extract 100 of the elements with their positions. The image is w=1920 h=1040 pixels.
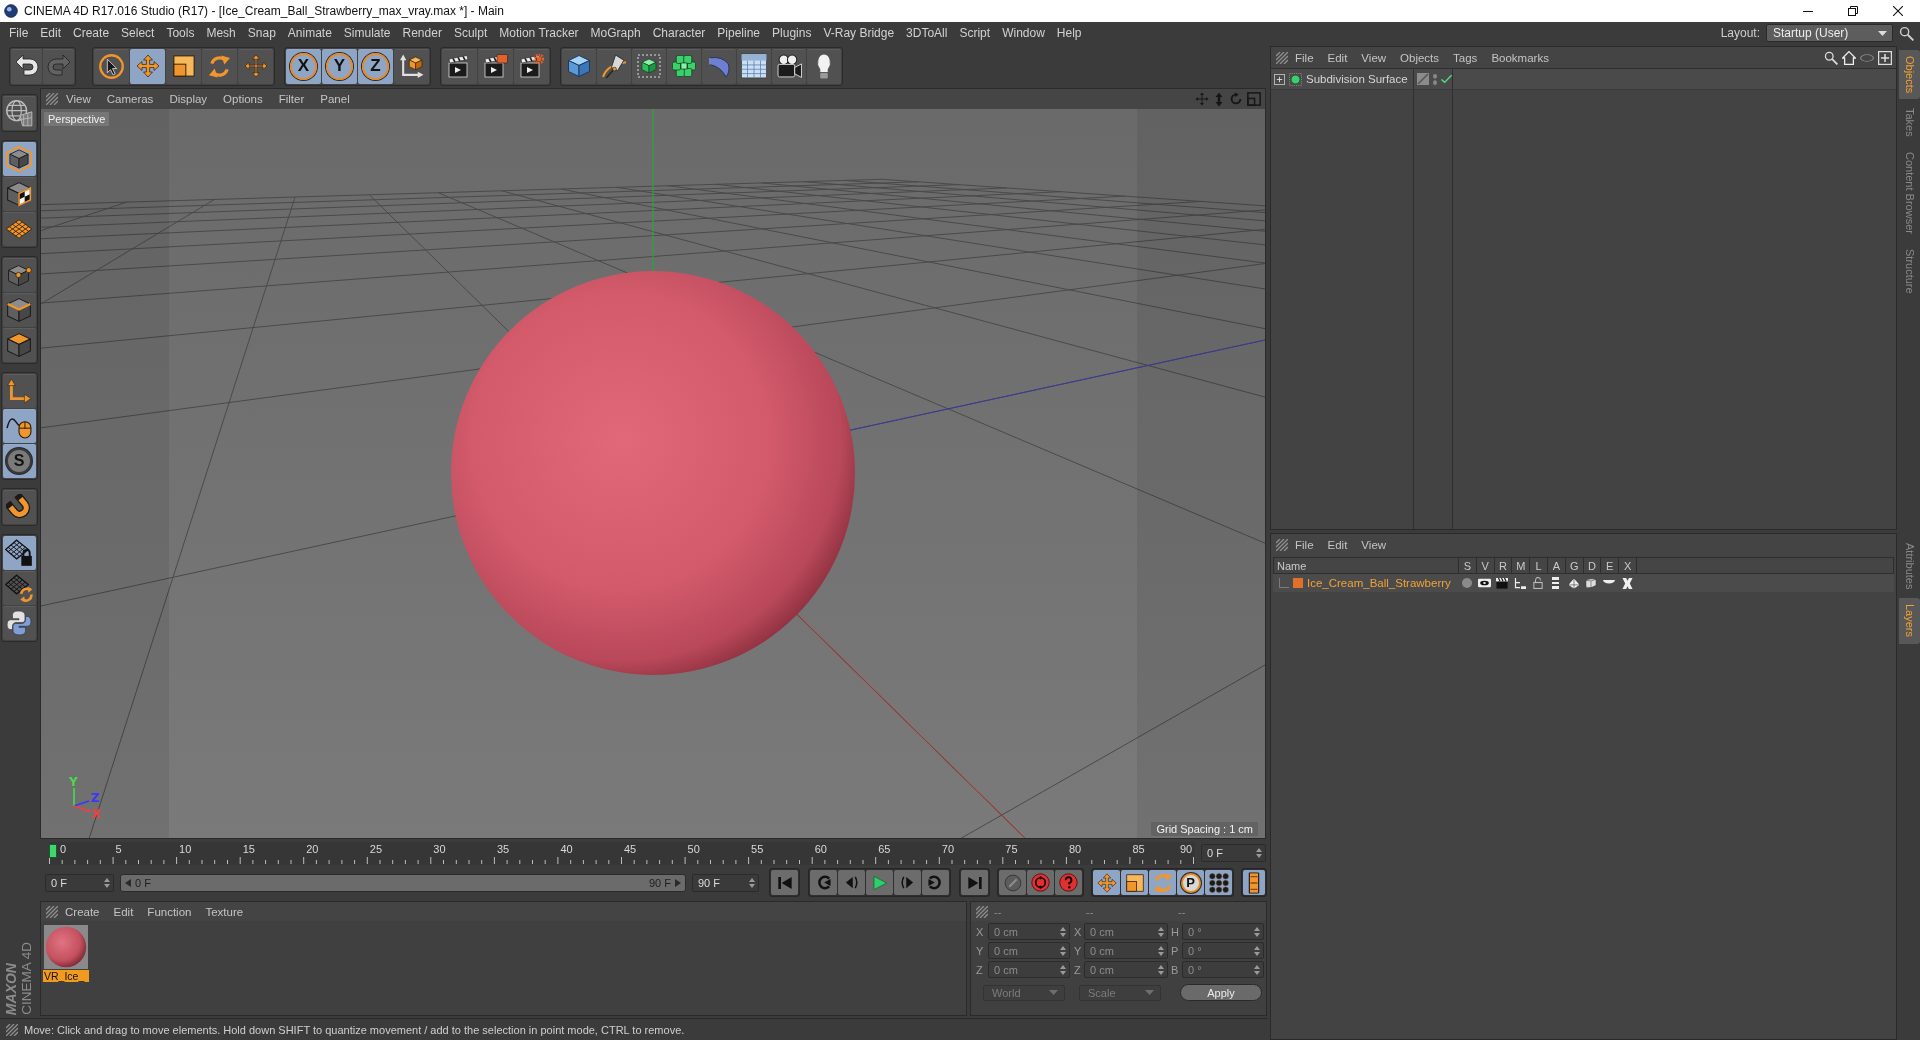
menu-item[interactable]: MoGraph — [584, 22, 647, 44]
size-field[interactable]: 0 cm — [1084, 923, 1168, 940]
start-frame-field[interactable]: 0 F — [45, 873, 114, 892]
move-tool-button[interactable] — [130, 48, 165, 84]
menu-item[interactable]: Edit — [34, 22, 68, 44]
record-scale-button[interactable] — [1121, 870, 1148, 895]
viewport-menu-item[interactable]: Panel — [312, 90, 358, 108]
side-tab[interactable]: Layers — [1899, 598, 1920, 644]
position-field[interactable]: 0 cm — [988, 923, 1070, 940]
snap-button[interactable]: S — [2, 444, 36, 478]
check-icon[interactable] — [1441, 74, 1452, 84]
render-viewer-button[interactable] — [478, 48, 513, 84]
object-row[interactable]: Subdivision Surface — [1271, 69, 1896, 90]
select-tool-button[interactable] — [94, 48, 129, 84]
column-header[interactable]: E — [1601, 558, 1620, 573]
model-mode-button[interactable] — [2, 142, 36, 176]
column-header[interactable]: V — [1476, 558, 1495, 573]
keyframe-selection-button[interactable] — [999, 870, 1026, 895]
playhead[interactable] — [49, 843, 57, 858]
polygons-mode-button[interactable] — [2, 328, 36, 362]
home-icon[interactable] — [1842, 50, 1856, 65]
material-menu-item[interactable]: Texture — [198, 902, 251, 921]
column-header[interactable]: M — [1512, 558, 1531, 573]
menu-item[interactable]: 3DToAll — [900, 22, 954, 44]
viewport-menu-item[interactable]: Options — [215, 90, 271, 108]
record-button[interactable] — [1027, 870, 1054, 895]
menu-item[interactable]: Create — [67, 22, 116, 44]
cube-object-button[interactable] — [562, 48, 596, 84]
menu-item[interactable]: Pipeline — [711, 22, 767, 44]
layer-row[interactable]: Ice_Cream_Ball_Strawberry — [1273, 574, 1894, 592]
material-menu-item[interactable]: Function — [140, 902, 199, 921]
menu-item[interactable]: Script — [953, 22, 997, 44]
material-menu-item[interactable]: Edit — [106, 902, 141, 921]
menu-item[interactable]: Motion Tracker — [493, 22, 585, 44]
light-object-button[interactable] — [807, 48, 841, 84]
render-view-button[interactable] — [442, 48, 477, 84]
column-header[interactable]: S — [1459, 558, 1477, 573]
rotation-field[interactable]: 0 ° — [1182, 923, 1264, 940]
record-position-button[interactable] — [1093, 870, 1120, 895]
expand-box-icon[interactable] — [1274, 73, 1285, 85]
texture-mode-button[interactable] — [2, 177, 36, 211]
side-tab[interactable]: Takes — [1899, 102, 1920, 144]
record-parameter-button[interactable]: P — [1177, 870, 1204, 895]
viewport-menu-item[interactable]: View — [58, 90, 99, 108]
column-header[interactable]: R — [1494, 558, 1513, 573]
menu-item[interactable]: Sculpt — [447, 22, 494, 44]
object-menu-item[interactable]: Objects — [1393, 48, 1447, 67]
lock-workplane-button[interactable] — [2, 536, 36, 570]
script-button[interactable] — [2, 606, 36, 640]
axis-lock-button[interactable]: X — [286, 48, 321, 84]
square-plus-icon[interactable] — [1878, 50, 1892, 65]
menu-item[interactable]: V-Ray Bridge — [817, 22, 901, 44]
column-header[interactable]: Name — [1274, 558, 1459, 573]
column-header[interactable]: A — [1548, 558, 1566, 573]
points-mode-button[interactable] — [2, 258, 36, 292]
menu-item[interactable]: Plugins — [766, 22, 818, 44]
end-frame-field[interactable]: 90 F — [692, 873, 759, 892]
menu-item[interactable]: Tools — [160, 22, 201, 44]
menu-item[interactable]: Character — [646, 22, 712, 44]
layer-menu-item[interactable]: File — [1288, 535, 1321, 554]
previous-key-button[interactable] — [810, 870, 837, 895]
material-menu-item[interactable]: Create — [58, 902, 107, 921]
frame-range-bar[interactable]: 0 F 90 F — [120, 873, 686, 892]
object-menu-item[interactable]: Tags — [1446, 48, 1485, 67]
pen-tool-button[interactable] — [597, 48, 631, 84]
menu-item[interactable]: Animate — [281, 22, 338, 44]
recent-tool-button[interactable] — [238, 48, 273, 84]
position-field[interactable]: 0 cm — [988, 961, 1070, 978]
play-button[interactable] — [866, 870, 893, 895]
object-menu-item[interactable]: Bookmarks — [1484, 48, 1556, 67]
viewport-menu-item[interactable]: Display — [161, 90, 216, 108]
layer-color-swatch[interactable] — [1293, 578, 1303, 588]
floor-object-button[interactable] — [737, 48, 771, 84]
side-tab[interactable]: Structure — [1899, 243, 1920, 300]
edges-mode-button[interactable] — [2, 293, 36, 327]
next-key-button[interactable] — [922, 870, 949, 895]
autokey-button[interactable] — [1055, 870, 1082, 895]
record-points-button[interactable] — [1205, 870, 1232, 895]
rotation-field[interactable]: 0 ° — [1182, 961, 1264, 978]
axis-lock-button[interactable]: Z — [358, 48, 393, 84]
menu-item[interactable]: Select — [115, 22, 161, 44]
cloner-button[interactable] — [667, 48, 701, 84]
workplane-mode-button[interactable] — [2, 212, 36, 246]
coordinate-system-button[interactable] — [394, 48, 429, 84]
menu-item[interactable]: Mesh — [200, 22, 242, 44]
menu-item[interactable]: Render — [396, 22, 448, 44]
layer-menu-item[interactable]: Edit — [1320, 535, 1355, 554]
undo-button[interactable] — [11, 48, 42, 84]
camera-object-button[interactable] — [772, 48, 806, 84]
column-header[interactable]: D — [1583, 558, 1602, 573]
menu-item[interactable]: File — [3, 22, 35, 44]
menu-item[interactable]: Snap — [241, 22, 282, 44]
viewport-menu-item[interactable]: Cameras — [98, 90, 162, 108]
column-header[interactable]: G — [1565, 558, 1584, 573]
position-field[interactable]: 0 cm — [988, 942, 1070, 959]
size-field[interactable]: 0 cm — [1084, 942, 1168, 959]
layer-menu-item[interactable]: View — [1354, 535, 1394, 554]
viewport-menu-item[interactable]: Filter — [270, 90, 313, 108]
menu-item[interactable]: Simulate — [337, 22, 397, 44]
size-field[interactable]: 0 cm — [1084, 961, 1168, 978]
